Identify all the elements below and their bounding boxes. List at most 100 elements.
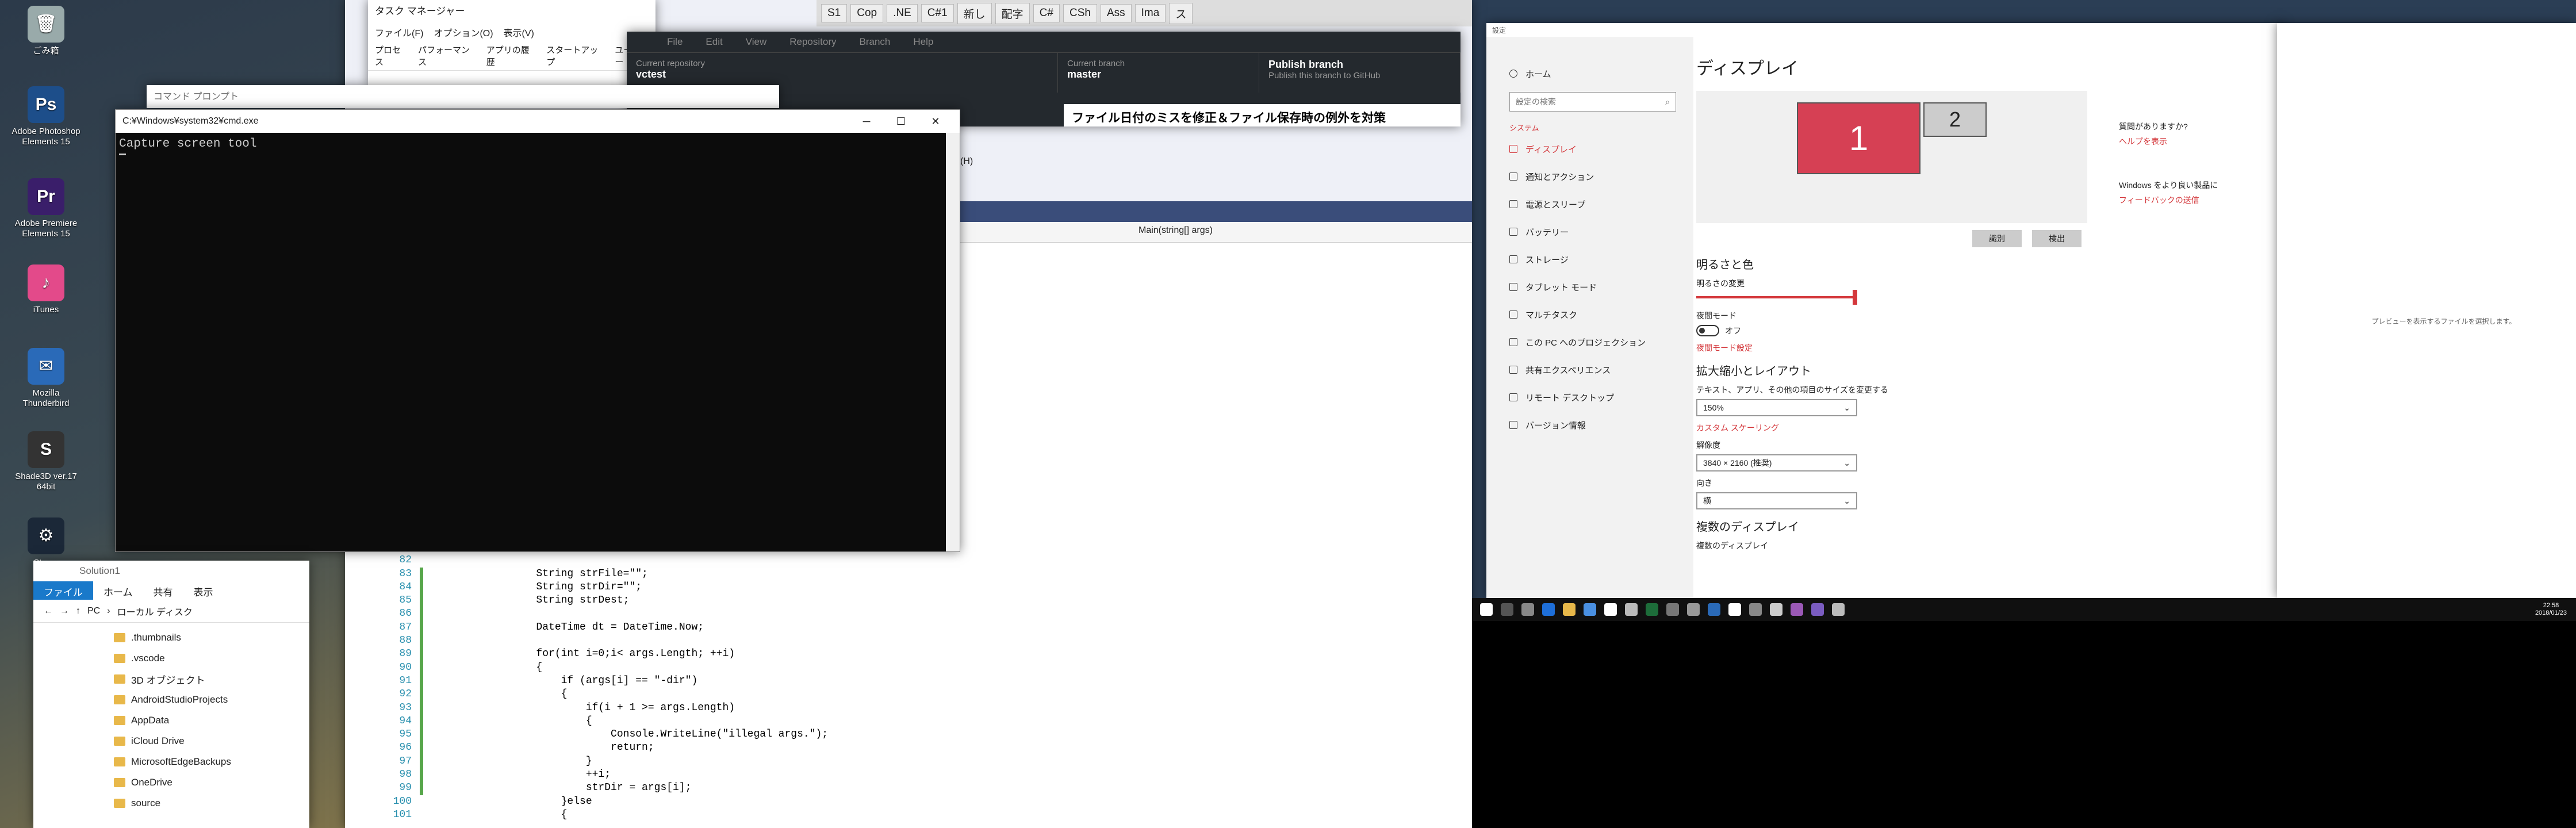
current-branch-button[interactable]: Current branch master xyxy=(1058,53,1259,93)
top-tab[interactable]: C#1 xyxy=(921,4,954,22)
taskbar-app-icon[interactable] xyxy=(1770,603,1782,616)
sidebar-item[interactable]: バージョン情報 xyxy=(1509,411,1693,439)
ribbon-home[interactable]: ホーム xyxy=(93,581,143,600)
method-dropdown[interactable]: Main(string[] args) xyxy=(1138,225,1213,236)
tab-startup[interactable]: スタートアップ xyxy=(546,44,605,68)
taskbar-app-icon[interactable] xyxy=(1542,603,1555,616)
identify-button[interactable]: 識別 xyxy=(1972,230,2022,247)
gh-menu-view[interactable]: View xyxy=(746,36,767,48)
taskbar-clock[interactable]: 22:58 2018/01/23 xyxy=(2535,602,2576,617)
tree-item[interactable]: MicrosoftEdgeBackups xyxy=(114,752,309,772)
up-arrow-icon[interactable]: ↑ xyxy=(76,606,80,616)
taskbar-app-icon[interactable] xyxy=(1811,603,1824,616)
taskbar-app-icon[interactable] xyxy=(1501,603,1513,616)
scale-dropdown[interactable]: 150% ⌄ xyxy=(1696,399,1857,416)
toggle-switch[interactable] xyxy=(1696,325,1719,336)
tab-performance[interactable]: パフォーマンス xyxy=(418,44,477,68)
taskbar-app-icon[interactable] xyxy=(1604,603,1617,616)
cmd-output[interactable]: Capture screen tool xyxy=(116,133,960,160)
sidebar-item[interactable]: リモート デスクトップ xyxy=(1509,384,1693,411)
taskbar-app-icon[interactable] xyxy=(1666,603,1679,616)
tree-item[interactable]: .vscode xyxy=(114,648,309,669)
taskbar-app-icon[interactable] xyxy=(1708,603,1720,616)
menu-options[interactable]: オプション(O) xyxy=(434,25,493,39)
top-tab[interactable]: Cop xyxy=(850,4,884,22)
code-editor[interactable]: 81 Console.WriteLine("Capture screen too… xyxy=(345,540,1472,822)
gh-menu-edit[interactable]: Edit xyxy=(706,36,722,48)
desktop-icon-photoshop[interactable]: Ps Adobe Photoshop Elements 15 xyxy=(12,86,80,147)
top-tab[interactable]: C# xyxy=(1033,4,1060,22)
sidebar-item[interactable]: ディスプレイ xyxy=(1509,135,1693,163)
tree-item[interactable]: 3D オブジェクト xyxy=(114,669,309,689)
top-tab[interactable]: .NE xyxy=(887,4,918,22)
top-tab[interactable]: 新し xyxy=(957,2,992,24)
taskbar-app-icon[interactable] xyxy=(1728,603,1741,616)
brightness-slider[interactable] xyxy=(1696,290,1857,305)
top-tab[interactable]: S1 xyxy=(821,4,848,22)
taskbar-app-icon[interactable] xyxy=(1584,603,1596,616)
desktop-icon-premiere[interactable]: Pr Adobe Premiere Elements 15 xyxy=(12,178,80,239)
taskbar-app-icon[interactable] xyxy=(1563,603,1575,616)
night-light-toggle[interactable]: オフ xyxy=(1696,325,2283,336)
tab-app-history[interactable]: アプリの履歴 xyxy=(486,44,537,68)
detect-button[interactable]: 検出 xyxy=(2032,230,2082,247)
tree-item[interactable]: OneDrive xyxy=(114,772,309,793)
top-tab[interactable]: CSh xyxy=(1063,4,1097,22)
night-light-settings-link[interactable]: 夜間モード設定 xyxy=(1696,342,2283,354)
taskbar-app-icon[interactable] xyxy=(1687,603,1700,616)
tree-item[interactable]: source xyxy=(114,793,309,814)
menu-file[interactable]: ファイル(F) xyxy=(375,25,423,39)
sidebar-item[interactable]: 電源とスリープ xyxy=(1509,190,1693,218)
gh-menu-repository[interactable]: Repository xyxy=(789,36,836,48)
maximize-icon[interactable]: ☐ xyxy=(884,116,918,128)
sidebar-item[interactable]: 共有エクスペリエンス xyxy=(1509,356,1693,384)
top-tab[interactable]: ス xyxy=(1169,2,1193,24)
minimize-icon[interactable]: ─ xyxy=(849,116,884,128)
sidebar-item[interactable]: タブレット モード xyxy=(1509,273,1693,301)
menu-view[interactable]: 表示(V) xyxy=(504,25,534,39)
desktop-icon-thunderbird[interactable]: ✉ Mozilla Thunderbird xyxy=(12,348,80,409)
taskbar-app-icon[interactable] xyxy=(1832,603,1845,616)
desktop-icon-recycle-bin[interactable]: 🗑 ごみ箱 xyxy=(12,6,80,56)
sidebar-item[interactable]: バッテリー xyxy=(1509,218,1693,246)
monitor-1[interactable]: 1 xyxy=(1797,102,1920,174)
forward-arrow-icon[interactable]: → xyxy=(60,606,69,616)
taskbar-app-icon[interactable] xyxy=(1625,603,1638,616)
tree-item[interactable]: .thumbnails xyxy=(114,627,309,648)
tree-item[interactable]: iCloud Drive xyxy=(114,731,309,752)
gh-menu-file[interactable]: File xyxy=(667,36,683,48)
gh-menu-branch[interactable]: Branch xyxy=(860,36,891,48)
taskbar-app-icon[interactable] xyxy=(1646,603,1658,616)
settings-search-input[interactable]: 設定の検索 ⌕ xyxy=(1509,92,1676,112)
top-tab[interactable]: Ima xyxy=(1134,4,1166,22)
custom-scaling-link[interactable]: カスタム スケーリング xyxy=(1696,422,2283,434)
tree-item[interactable]: AndroidStudioProjects xyxy=(114,689,309,710)
taskbar-app-icon[interactable] xyxy=(1521,603,1534,616)
sidebar-item[interactable]: マルチタスク xyxy=(1509,301,1693,328)
gh-menu-help[interactable]: Help xyxy=(913,36,933,48)
desktop-icon-itunes[interactable]: ♪ iTunes xyxy=(12,264,80,315)
monitor-2[interactable]: 2 xyxy=(1923,102,1987,137)
vs-menu-help[interactable]: (H) xyxy=(960,156,973,167)
cmd-scrollbar[interactable] xyxy=(946,133,960,551)
close-icon[interactable]: ✕ xyxy=(918,116,953,128)
taskbar-app-icon[interactable] xyxy=(1749,603,1762,616)
tree-item[interactable]: AppData xyxy=(114,710,309,731)
ribbon-file[interactable]: ファイル xyxy=(33,581,93,600)
address-local-disk[interactable]: ローカル ディスク xyxy=(117,604,193,618)
top-tab[interactable]: 配字 xyxy=(995,2,1030,24)
sidebar-item-home[interactable]: ホーム xyxy=(1509,60,1693,87)
tab-processes[interactable]: プロセス xyxy=(375,44,409,68)
address-pc[interactable]: PC xyxy=(87,606,100,616)
taskbar-app-icon[interactable] xyxy=(1480,603,1493,616)
ribbon-view[interactable]: 表示 xyxy=(183,581,224,600)
ribbon-share[interactable]: 共有 xyxy=(143,581,183,600)
sidebar-item[interactable]: 通知とアクション xyxy=(1509,163,1693,190)
resolution-dropdown[interactable]: 3840 × 2160 (推奨) ⌄ xyxy=(1696,454,1857,471)
publish-branch-button[interactable]: Publish branch Publish this branch to Gi… xyxy=(1259,53,1460,93)
get-help-link[interactable]: ヘルプを表示 xyxy=(2119,136,2268,147)
feedback-link[interactable]: フィードバックの送信 xyxy=(2119,194,2268,206)
desktop-icon-shade3d[interactable]: S Shade3D ver.17 64bit xyxy=(12,431,80,492)
explorer-address-bar[interactable]: ← → ↑ PC › ローカル ディスク xyxy=(33,600,309,623)
back-arrow-icon[interactable]: ← xyxy=(44,606,53,616)
